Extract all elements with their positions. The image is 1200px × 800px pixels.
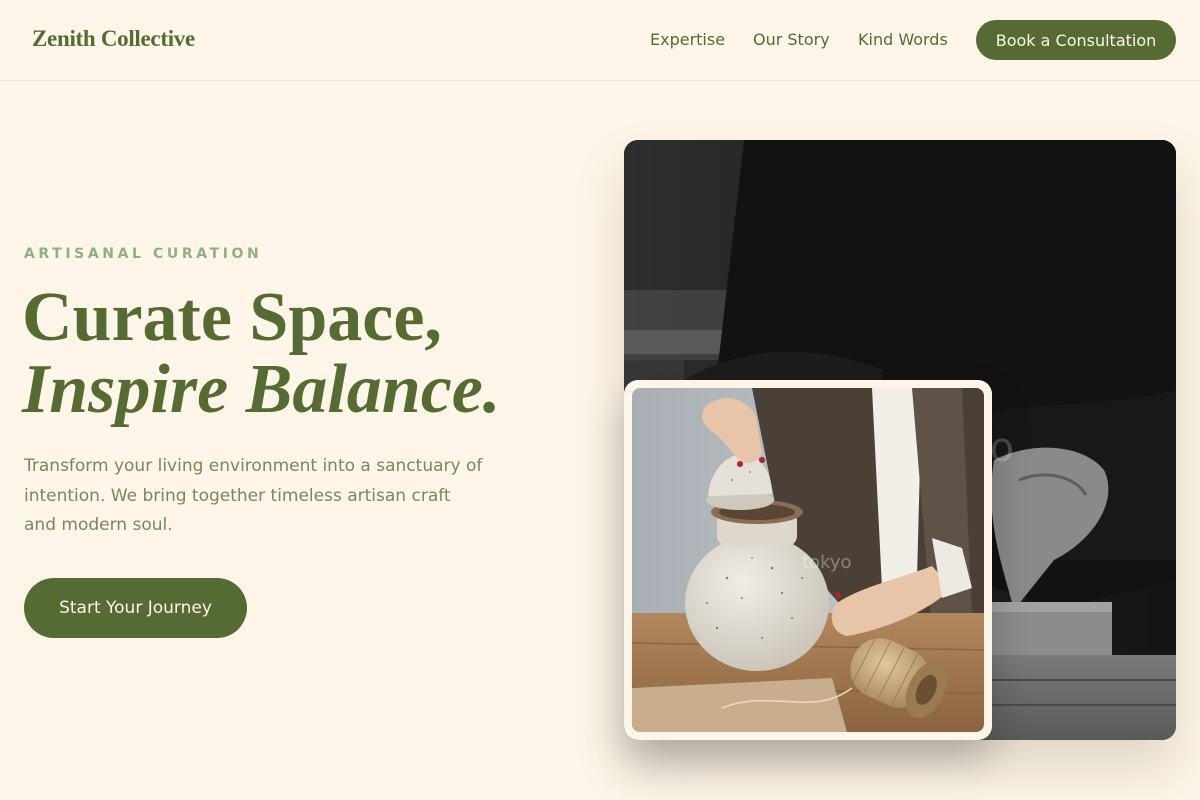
nav-link-kind-words[interactable]: Kind Words xyxy=(858,30,948,49)
book-consultation-button[interactable]: Book a Consultation xyxy=(976,20,1176,60)
headline-line-1: Curate Space, xyxy=(22,279,442,356)
nav-link-expertise[interactable]: Expertise xyxy=(650,30,725,49)
nav-link-our-story[interactable]: Our Story xyxy=(753,30,830,49)
site-header: Zenith Collective Expertise Our Story Ki… xyxy=(0,0,1200,81)
headline-line-2: Inspire Balance. xyxy=(22,351,501,428)
hero-inset-image-card: tokyo xyxy=(624,380,992,740)
hero-description: Transform your living environment into a… xyxy=(24,456,483,535)
start-journey-button[interactable]: Start Your Journey xyxy=(24,578,247,638)
hero-eyebrow: ARTISANAL CURATION xyxy=(24,246,263,262)
hero-inset-image: tokyo xyxy=(632,388,984,732)
brand-logo[interactable]: Zenith Collective xyxy=(32,26,195,52)
hero-headline: Curate Space, Inspire Balance. xyxy=(22,282,500,426)
inset-image-watermark: tokyo xyxy=(802,552,852,573)
